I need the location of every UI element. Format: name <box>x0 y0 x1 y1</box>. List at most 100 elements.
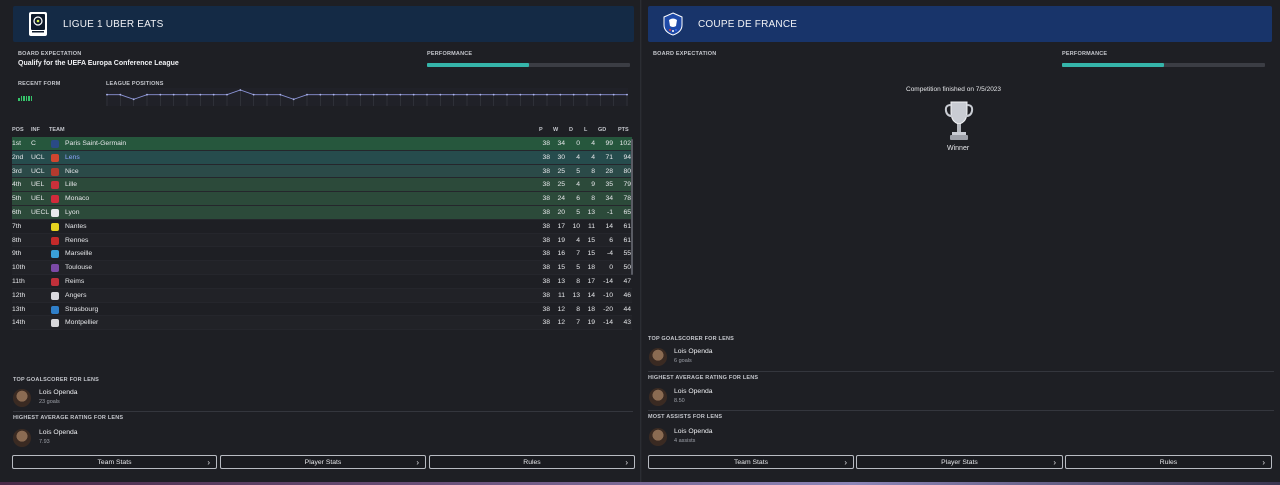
team-stats-label: Team Stats <box>97 458 132 466</box>
row-w: 13 <box>557 277 565 285</box>
row-team[interactable]: Paris Saint-Germain <box>65 140 126 147</box>
row-pos: 5th <box>12 195 22 203</box>
row-team[interactable]: Marseille <box>65 250 92 257</box>
row-team[interactable]: Toulouse <box>65 264 92 271</box>
row-team[interactable]: Rennes <box>65 237 88 244</box>
highest-rating-name[interactable]: Lois Openda <box>674 388 713 395</box>
position-point <box>159 93 162 96</box>
col-d[interactable]: D <box>569 127 573 133</box>
table-row[interactable]: 2nd UCL Lens 38 30 4 4 71 94 <box>12 150 632 165</box>
row-gd: -20 <box>603 305 613 313</box>
player-avatar[interactable] <box>649 428 667 446</box>
recent-form-icon[interactable] <box>18 96 32 101</box>
row-p: 38 <box>542 181 550 189</box>
player-avatar[interactable] <box>649 348 667 366</box>
position-point <box>612 93 615 96</box>
rules-button[interactable]: Rules › <box>1065 455 1272 469</box>
league-positions-chart[interactable] <box>106 88 630 108</box>
table-row[interactable]: 12th Angers 38 11 13 14 -10 46 <box>12 288 632 303</box>
player-avatar[interactable] <box>649 388 667 406</box>
row-d: 8 <box>576 277 580 285</box>
row-team[interactable]: Lille <box>65 181 77 188</box>
position-point <box>506 93 508 96</box>
row-l: 15 <box>587 250 595 258</box>
row-team[interactable]: Nice <box>65 168 79 175</box>
table-row[interactable]: 3rd UCL Nice 38 25 5 8 28 80 <box>12 164 632 179</box>
table-row[interactable]: 9th Marseille 38 16 7 15 -4 55 <box>12 247 632 262</box>
col-team[interactable]: TEAM <box>49 127 65 133</box>
row-team[interactable]: Reims <box>65 278 84 285</box>
row-d: 10 <box>572 222 580 230</box>
table-row[interactable]: 5th UEL Monaco 38 24 6 8 34 78 <box>12 192 632 206</box>
league-panel: LIGUE 1 UBER EATS BOARD EXPECTATION Qual… <box>0 0 641 485</box>
top-goalscorer-label: TOP GOALSCORER FOR LENS <box>13 377 99 383</box>
cup-header[interactable]: COUPE DE FRANCE <box>648 6 1272 42</box>
league-header[interactable]: LIGUE 1 UBER EATS <box>13 6 634 42</box>
team-stats-button[interactable]: Team Stats › <box>12 455 217 469</box>
row-pts: 44 <box>623 305 631 313</box>
position-point <box>572 93 575 96</box>
position-point <box>626 93 628 96</box>
row-pts: 61 <box>623 236 631 244</box>
table-scrollbar[interactable] <box>631 139 633 275</box>
highest-rating-name[interactable]: Lois Openda <box>39 429 78 436</box>
table-row[interactable]: 1st C Paris Saint-Germain 38 34 0 4 99 102 <box>12 137 632 151</box>
table-row[interactable]: 13th Strasbourg 38 12 8 18 -20 44 <box>12 303 632 317</box>
player-stats-button[interactable]: Player Stats › <box>856 455 1063 469</box>
rules-label: Rules <box>1159 458 1178 466</box>
row-pos: 2nd <box>12 153 24 161</box>
table-row[interactable]: 8th Rennes 38 19 4 15 6 61 <box>12 233 632 248</box>
competition-result-text: Winner <box>947 145 970 152</box>
team-crest-icon <box>51 140 59 148</box>
player-stats-button[interactable]: Player Stats › <box>220 455 426 469</box>
most-assists-name[interactable]: Lois Openda <box>674 428 713 435</box>
row-p: 38 <box>542 250 550 258</box>
row-team[interactable]: Monaco <box>65 195 89 202</box>
row-team[interactable]: Nantes <box>65 223 87 230</box>
player-avatar[interactable] <box>13 429 31 447</box>
table-row[interactable]: 7th Nantes 38 17 10 11 14 61 <box>12 220 632 234</box>
row-team[interactable]: Lens <box>65 154 80 161</box>
table-row[interactable]: 11th Reims 38 13 8 17 -14 47 <box>12 275 632 289</box>
col-inf[interactable]: INF <box>31 127 40 133</box>
col-p[interactable]: P <box>539 127 543 133</box>
row-team[interactable]: Strasbourg <box>65 306 98 313</box>
col-w[interactable]: W <box>553 127 558 133</box>
top-goalscorer-name[interactable]: Lois Openda <box>674 348 713 355</box>
team-stats-label: Team Stats <box>734 458 768 466</box>
cup-panel: COUPE DE FRANCE BOARD EXPECTATION PERFOR… <box>642 0 1280 485</box>
row-team[interactable]: Angers <box>65 292 87 299</box>
col-l[interactable]: L <box>584 127 587 133</box>
position-point <box>319 93 322 96</box>
row-w: 16 <box>557 250 565 258</box>
col-pos[interactable]: POS <box>12 127 24 133</box>
rules-button[interactable]: Rules › <box>429 455 635 469</box>
row-team[interactable]: Montpellier <box>65 319 98 326</box>
row-l: 11 <box>587 222 595 230</box>
row-d: 4 <box>576 181 580 189</box>
row-w: 11 <box>557 291 565 299</box>
position-point <box>532 93 535 96</box>
row-pos: 10th <box>12 264 26 272</box>
position-point <box>492 93 495 96</box>
row-team[interactable]: Lyon <box>65 209 80 216</box>
team-crest-icon <box>51 264 59 273</box>
row-pos: 12th <box>12 291 26 299</box>
row-gd: 35 <box>605 181 613 189</box>
table-row[interactable]: 14th Montpellier 38 12 7 19 -14 43 <box>12 316 632 331</box>
col-pts[interactable]: PTS <box>618 127 629 133</box>
performance-bar <box>1062 63 1265 67</box>
table-row[interactable]: 10th Toulouse 38 15 5 18 0 50 <box>12 261 632 275</box>
row-pts: 47 <box>623 277 631 285</box>
row-pos: 13th <box>12 305 26 313</box>
row-d: 5 <box>576 167 580 175</box>
player-avatar[interactable] <box>13 389 31 407</box>
table-row[interactable]: 4th UEL Lille 38 25 4 9 35 79 <box>12 178 632 193</box>
team-stats-button[interactable]: Team Stats › <box>648 455 854 469</box>
table-row[interactable]: 6th UECL Lyon 38 20 5 13 -1 65 <box>12 205 632 220</box>
top-goalscorer-name[interactable]: Lois Openda <box>39 389 78 396</box>
most-assists-stat: 4 assists <box>674 438 696 444</box>
col-gd[interactable]: GD <box>598 127 606 133</box>
row-l: 13 <box>587 208 595 216</box>
trophy-icon <box>944 101 974 140</box>
